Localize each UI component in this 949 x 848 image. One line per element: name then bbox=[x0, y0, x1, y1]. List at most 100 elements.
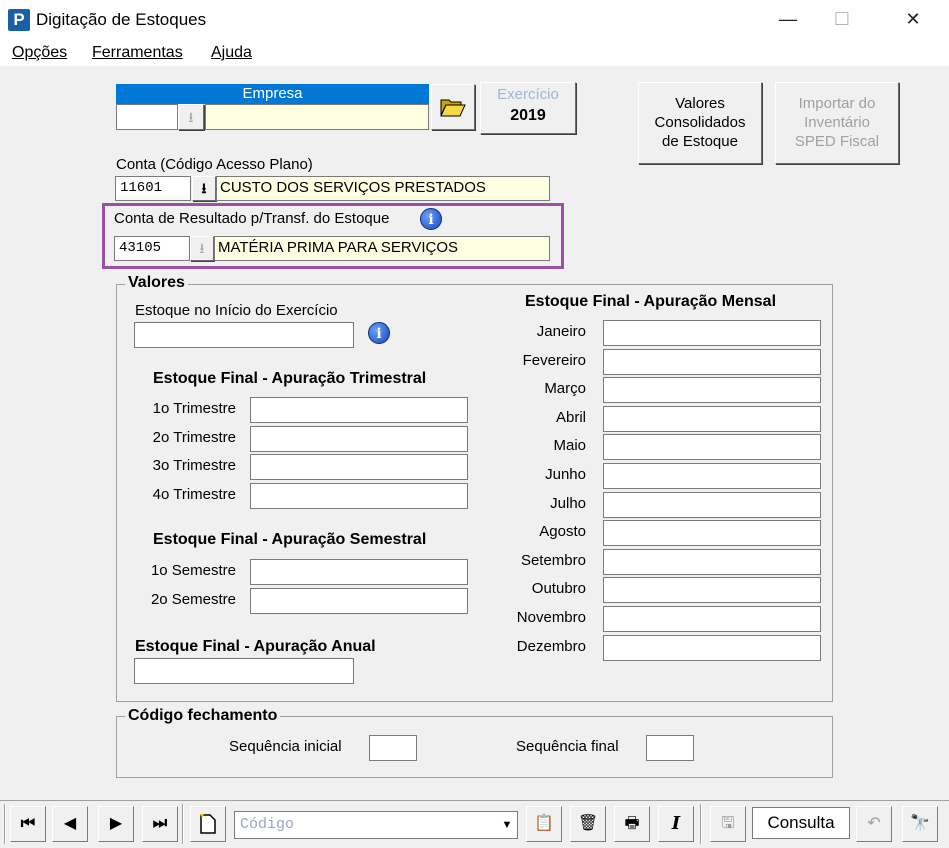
trimestre-input[interactable] bbox=[250, 397, 468, 423]
maximize-button[interactable]: ☐ bbox=[819, 0, 865, 40]
next-icon: ▶ bbox=[109, 815, 123, 832]
mes-label: Setembro bbox=[520, 551, 586, 569]
printer-icon: 🖶 bbox=[624, 815, 640, 832]
close-button[interactable]: ✕ bbox=[890, 0, 936, 40]
conta-lookup-button[interactable]: ⭳ bbox=[192, 176, 216, 201]
chevron-down-icon[interactable]: ▼ bbox=[497, 812, 517, 838]
anual-input[interactable] bbox=[134, 658, 354, 684]
first-icon: ⏮ bbox=[20, 815, 36, 832]
mes-input[interactable] bbox=[603, 348, 821, 375]
trimestre-input[interactable] bbox=[250, 482, 468, 509]
conta-resultado-name-field: MATÉRIA PRIMA PARA SERVIÇOS bbox=[214, 236, 550, 261]
report-button[interactable]: 📋 bbox=[526, 806, 562, 842]
conta-label: Conta (Código Acesso Plano) bbox=[116, 156, 313, 173]
empresa-lookup-button[interactable]: ⭳ bbox=[178, 104, 204, 130]
minimize-button[interactable]: — bbox=[765, 0, 811, 40]
exercicio-box: Exercício 2019 bbox=[480, 82, 576, 134]
fechamento-group-title: Código fechamento bbox=[125, 707, 281, 725]
mes-label: Abril bbox=[555, 408, 586, 426]
delete-button[interactable]: 🗑 bbox=[570, 806, 606, 842]
previous-record-button[interactable]: ◀ bbox=[52, 806, 88, 842]
seq-inicial-input[interactable] bbox=[369, 735, 417, 761]
report-icon: 📋 bbox=[534, 815, 554, 832]
conta-resultado-code-input[interactable]: 43105 bbox=[114, 236, 190, 261]
trimestral-title: Estoque Final - Apuração Trimestral bbox=[153, 370, 427, 387]
mes-label: Junho bbox=[545, 466, 586, 483]
last-icon: ⏭ bbox=[152, 815, 168, 832]
next-record-button[interactable]: ▶ bbox=[98, 806, 134, 842]
mes-label: Março bbox=[544, 380, 586, 398]
menu-ajuda-label: Ajuda bbox=[211, 44, 252, 61]
mes-input[interactable] bbox=[603, 320, 821, 346]
trimestre-input[interactable] bbox=[250, 425, 468, 452]
mensal-title: Estoque Final - Apuração Mensal bbox=[525, 293, 777, 310]
semestre-label: 2o Semestre bbox=[150, 590, 236, 608]
toolbar-separator bbox=[182, 804, 184, 844]
importar-inventario-button[interactable]: Importar do Inventário SPED Fiscal bbox=[775, 82, 899, 164]
trimestre-input[interactable] bbox=[250, 454, 468, 480]
download-arrow-icon: ⭳ bbox=[199, 240, 205, 256]
window-title: Digitação de Estoques bbox=[36, 10, 207, 29]
print-button[interactable]: 🖶 bbox=[614, 806, 650, 842]
estoque-inicio-input[interactable] bbox=[134, 322, 354, 348]
exercicio-label: Exercício bbox=[497, 86, 559, 103]
menu-ferramentas-label: Ferramentas bbox=[92, 44, 183, 61]
seq-final-label: Sequência final bbox=[516, 738, 619, 755]
mes-label: Outubro bbox=[531, 580, 586, 598]
mes-input[interactable] bbox=[603, 405, 821, 432]
conta-code-input[interactable]: 11601 bbox=[115, 176, 191, 201]
new-record-button[interactable] bbox=[190, 806, 226, 842]
semestre-input[interactable] bbox=[250, 587, 468, 614]
mode-indicator: Consulta bbox=[752, 807, 850, 839]
menu-opcoes[interactable]: Opções bbox=[12, 44, 67, 62]
valores-consolidados-button[interactable]: Valores Consolidados de Estoque bbox=[638, 82, 762, 164]
mes-input[interactable] bbox=[603, 577, 821, 604]
mes-input[interactable] bbox=[603, 377, 821, 404]
conta-resultado-lookup-button[interactable]: ⭳ bbox=[190, 236, 214, 261]
open-folder-button[interactable] bbox=[431, 84, 475, 130]
mes-input[interactable] bbox=[603, 463, 821, 489]
seq-inicial-label: Sequência inicial bbox=[229, 738, 342, 755]
fechamento-group bbox=[116, 716, 833, 778]
toolbar-separator bbox=[700, 804, 702, 844]
mes-input[interactable] bbox=[603, 634, 821, 661]
semestre-label: 1o Semestre bbox=[150, 562, 236, 579]
estoque-inicio-label: Estoque no Início do Exercício bbox=[135, 302, 338, 319]
mes-input[interactable] bbox=[603, 491, 821, 518]
save-button[interactable]: 🖫 bbox=[710, 806, 746, 842]
mes-input[interactable] bbox=[603, 606, 821, 632]
first-record-button[interactable]: ⏮ bbox=[10, 806, 46, 842]
menu-ferramentas[interactable]: Ferramentas bbox=[92, 44, 183, 62]
trash-icon: 🗑 bbox=[577, 815, 599, 832]
exercicio-value: 2019 bbox=[510, 107, 546, 124]
trimestre-label: 1o Trimestre bbox=[152, 400, 236, 417]
mes-label: Fevereiro bbox=[522, 351, 586, 369]
search-button[interactable]: 🔭 bbox=[902, 806, 938, 842]
info-icon[interactable]: i bbox=[420, 208, 442, 230]
codigo-search-select[interactable]: Código ▼ bbox=[234, 811, 518, 839]
previous-icon: ◀ bbox=[63, 815, 77, 832]
empresa-code-input[interactable] bbox=[116, 104, 178, 130]
mes-label: Janeiro bbox=[536, 323, 586, 340]
mes-input[interactable] bbox=[603, 434, 821, 461]
mes-label: Agosto bbox=[539, 523, 586, 541]
semestre-input[interactable] bbox=[250, 559, 468, 585]
undo-button[interactable]: ↶ bbox=[856, 806, 892, 842]
anual-title: Estoque Final - Apuração Anual bbox=[135, 638, 376, 655]
empresa-header: Empresa bbox=[116, 84, 429, 104]
new-document-icon bbox=[200, 814, 216, 834]
seq-final-input[interactable] bbox=[646, 735, 694, 761]
valores-group-title: Valores bbox=[125, 274, 188, 292]
conta-name-field: CUSTO DOS SERVIÇOS PRESTADOS bbox=[216, 176, 550, 201]
app-icon: P bbox=[8, 9, 30, 31]
floppy-disk-icon: 🖫 bbox=[721, 815, 735, 832]
mes-input[interactable] bbox=[603, 548, 821, 575]
info-button[interactable]: I bbox=[658, 806, 694, 842]
menu-ajuda[interactable]: Ajuda bbox=[211, 44, 252, 62]
last-record-button[interactable]: ⏭ bbox=[142, 806, 178, 842]
mes-label: Maio bbox=[553, 437, 586, 455]
italic-i-icon: I bbox=[671, 813, 681, 834]
info-icon[interactable]: i bbox=[368, 322, 390, 344]
mes-label: Dezembro bbox=[516, 637, 586, 655]
mes-input[interactable] bbox=[603, 520, 821, 547]
